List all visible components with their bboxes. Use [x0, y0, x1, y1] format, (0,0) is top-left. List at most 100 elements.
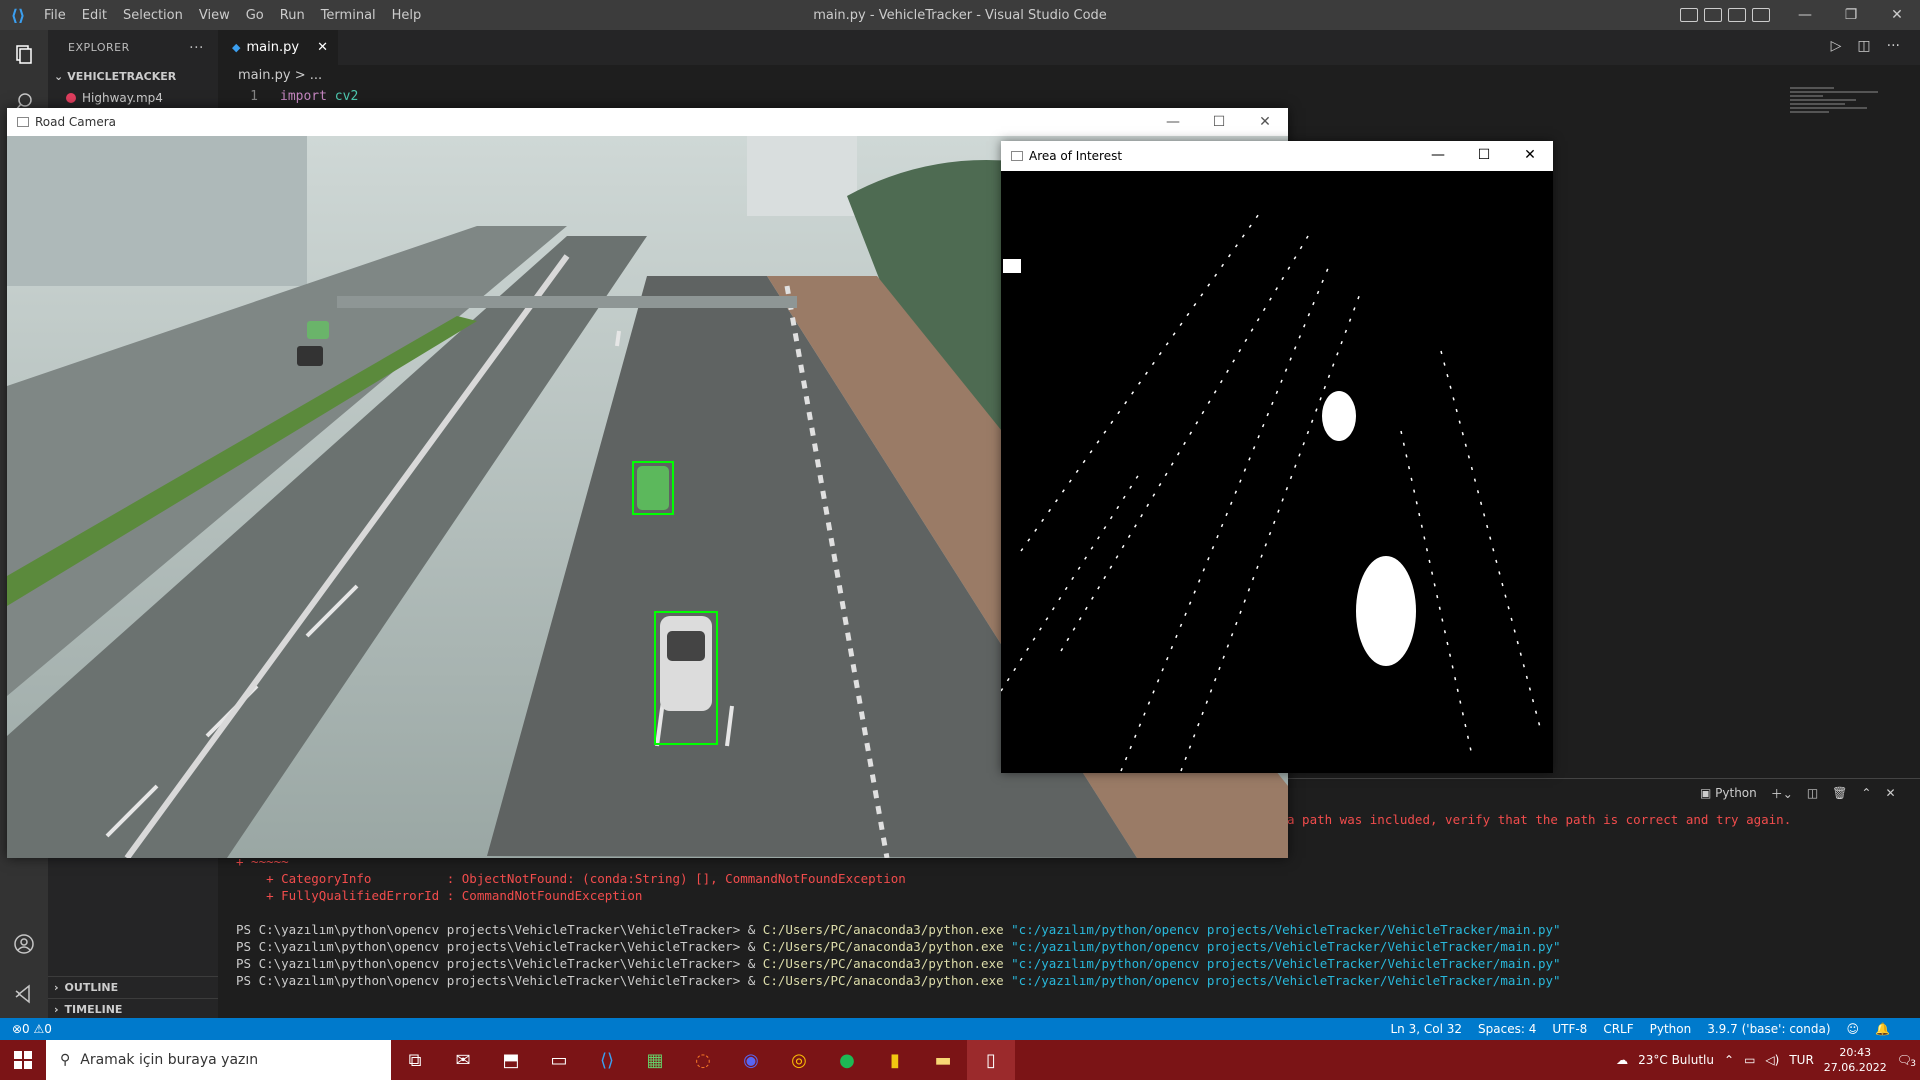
- file-explorer-icon[interactable]: ▬: [919, 1040, 967, 1080]
- encoding[interactable]: UTF-8: [1552, 1022, 1587, 1036]
- menu-run[interactable]: Run: [272, 8, 313, 23]
- terminal-app-icon[interactable]: ▭: [535, 1040, 583, 1080]
- volume-icon[interactable]: ◁): [1765, 1053, 1779, 1067]
- windows-start-button[interactable]: [0, 1040, 46, 1080]
- menu-help[interactable]: Help: [384, 8, 430, 23]
- tray-expand-icon[interactable]: ⌃: [1724, 1053, 1734, 1067]
- maximize-button[interactable]: ❐: [1828, 0, 1874, 30]
- menu-go[interactable]: Go: [238, 8, 272, 23]
- layout-controls: [1680, 0, 1770, 30]
- minimap[interactable]: [1790, 85, 1900, 155]
- close-panel-icon[interactable]: ✕: [1885, 786, 1895, 800]
- menu-file[interactable]: File: [36, 8, 74, 23]
- maximize-button[interactable]: ☐: [1196, 108, 1242, 136]
- video-file-icon: [66, 93, 76, 103]
- taskbar-search[interactable]: ⚲ Aramak için buraya yazın: [46, 1040, 391, 1080]
- network-icon[interactable]: ▭: [1744, 1053, 1755, 1067]
- discord-icon[interactable]: ◉: [727, 1040, 775, 1080]
- menu-view[interactable]: View: [191, 8, 238, 23]
- chevron-right-icon: ›: [54, 981, 59, 994]
- problems-indicator[interactable]: ⊗0 ⚠0: [12, 1022, 52, 1036]
- prompt-path: PS C:\yazılım\python\opencv projects\Veh…: [236, 956, 763, 971]
- minimize-button[interactable]: —: [1150, 108, 1196, 136]
- maximize-panel-icon[interactable]: ⌃: [1861, 786, 1871, 800]
- indentation[interactable]: Spaces: 4: [1478, 1022, 1536, 1036]
- weather-widget[interactable]: 23°C Bulutlu: [1638, 1053, 1714, 1067]
- explorer-icon[interactable]: [0, 30, 48, 78]
- close-button[interactable]: ✕: [1242, 108, 1288, 136]
- cursor-position[interactable]: Ln 3, Col 32: [1391, 1022, 1463, 1036]
- vscode-manage-icon[interactable]: [0, 970, 48, 1018]
- terminal-shell-label: Python: [1715, 786, 1757, 800]
- run-icon[interactable]: ▷: [1831, 38, 1842, 54]
- menu-terminal[interactable]: Terminal: [313, 8, 384, 23]
- timeline-section[interactable]: › TIMELINE: [48, 998, 218, 1020]
- line-number: 1: [250, 89, 258, 104]
- chevron-down-icon: ⌄: [54, 69, 64, 83]
- spotify-icon[interactable]: ●: [823, 1040, 871, 1080]
- more-actions-icon[interactable]: ···: [1887, 38, 1900, 54]
- app-icon[interactable]: ⬒: [487, 1040, 535, 1080]
- code-editor[interactable]: 1 import cv2: [218, 87, 358, 106]
- customize-layout-icon[interactable]: [1752, 8, 1770, 22]
- terminal-error-line: a path was included, verify that the pat…: [1287, 812, 1792, 827]
- new-terminal-icon[interactable]: ＋⌄: [1771, 785, 1793, 802]
- notifications-bell-icon[interactable]: 🔔: [1875, 1022, 1890, 1036]
- spreadsheet-icon[interactable]: ▦: [631, 1040, 679, 1080]
- menu-edit[interactable]: Edit: [74, 8, 115, 23]
- minimize-button[interactable]: —: [1415, 141, 1461, 169]
- terminal-toolbar: ▣ Python ＋⌄ ◫ 🗑 ⌃ ✕: [1700, 780, 1896, 806]
- close-button[interactable]: ✕: [1507, 141, 1553, 169]
- file-label: Highway.mp4: [82, 91, 163, 105]
- split-terminal-icon[interactable]: ◫: [1807, 786, 1818, 800]
- close-button[interactable]: ✕: [1874, 0, 1920, 30]
- interpreter[interactable]: 3.9.7 ('base': conda): [1707, 1022, 1830, 1036]
- search-placeholder: Aramak için buraya yazın: [80, 1052, 259, 1068]
- road-camera-title: Road Camera: [35, 115, 117, 129]
- document-icon[interactable]: ▯: [967, 1040, 1015, 1080]
- maximize-button[interactable]: ☐: [1461, 141, 1507, 169]
- terminal-icon: ▣: [1700, 786, 1716, 800]
- vscode-taskbar-icon[interactable]: ⟨⟩: [583, 1040, 631, 1080]
- chevron-right-icon: ›: [54, 1003, 59, 1016]
- task-view-icon[interactable]: ⧉: [391, 1040, 439, 1080]
- tab-main-py[interactable]: ◆ main.py ✕: [218, 30, 338, 65]
- window-app-icon: [1011, 151, 1023, 161]
- chrome-icon[interactable]: ◎: [775, 1040, 823, 1080]
- mail-icon[interactable]: ✉: [439, 1040, 487, 1080]
- feedback-icon[interactable]: ☺: [1847, 1022, 1860, 1036]
- code-line: 1 import cv2: [218, 87, 358, 106]
- notification-center-icon[interactable]: 🗨 3: [1897, 1053, 1916, 1069]
- toggle-panel-icon[interactable]: [1704, 8, 1722, 22]
- terminal-prompt: PS C:\yazılım\python\opencv projects\Veh…: [236, 921, 1561, 938]
- menu-selection[interactable]: Selection: [115, 8, 191, 23]
- vscode-logo-icon: ⟨⟩: [10, 5, 26, 25]
- toggle-secondary-sidebar-icon[interactable]: [1728, 8, 1746, 22]
- account-icon[interactable]: [0, 920, 48, 968]
- road-camera-titlebar[interactable]: Road Camera — ☐ ✕: [7, 108, 1288, 136]
- kill-terminal-icon[interactable]: 🗑: [1832, 786, 1847, 800]
- more-actions-icon[interactable]: ···: [189, 40, 204, 56]
- powerbi-icon[interactable]: ▮: [871, 1040, 919, 1080]
- jupyter-icon[interactable]: ◌: [679, 1040, 727, 1080]
- title-bar: ⟨⟩ File Edit Selection View Go Run Termi…: [0, 0, 1920, 30]
- prompt-path: PS C:\yazılım\python\opencv projects\Veh…: [236, 973, 763, 988]
- keyword: import: [280, 89, 327, 104]
- minimize-button[interactable]: —: [1782, 0, 1828, 30]
- language-mode[interactable]: Python: [1650, 1022, 1692, 1036]
- language-indicator[interactable]: TUR: [1789, 1053, 1813, 1067]
- aoi-titlebar[interactable]: Area of Interest — ☐ ✕: [1001, 141, 1553, 171]
- breadcrumb[interactable]: main.py > ...: [218, 65, 322, 87]
- file-highway-mp4[interactable]: Highway.mp4: [48, 87, 218, 109]
- outline-section[interactable]: › OUTLINE: [48, 976, 218, 998]
- prompt-exe: C:/Users/PC/anaconda3/python.exe: [762, 956, 1004, 971]
- terminal-shell-selector[interactable]: ▣ Python: [1700, 786, 1757, 800]
- split-editor-icon[interactable]: ◫: [1857, 38, 1870, 54]
- clock[interactable]: 20:43 27.06.2022: [1824, 1045, 1887, 1075]
- toggle-sidebar-icon[interactable]: [1680, 8, 1698, 22]
- prompt-arg: "c:/yazılım/python/opencv projects/Vehic…: [1011, 939, 1561, 954]
- close-tab-icon[interactable]: ✕: [317, 40, 328, 55]
- area-of-interest-window[interactable]: Area of Interest — ☐ ✕: [1001, 141, 1553, 773]
- folder-vehicletracker[interactable]: ⌄ VEHICLETRACKER: [48, 65, 218, 87]
- line-ending[interactable]: CRLF: [1603, 1022, 1633, 1036]
